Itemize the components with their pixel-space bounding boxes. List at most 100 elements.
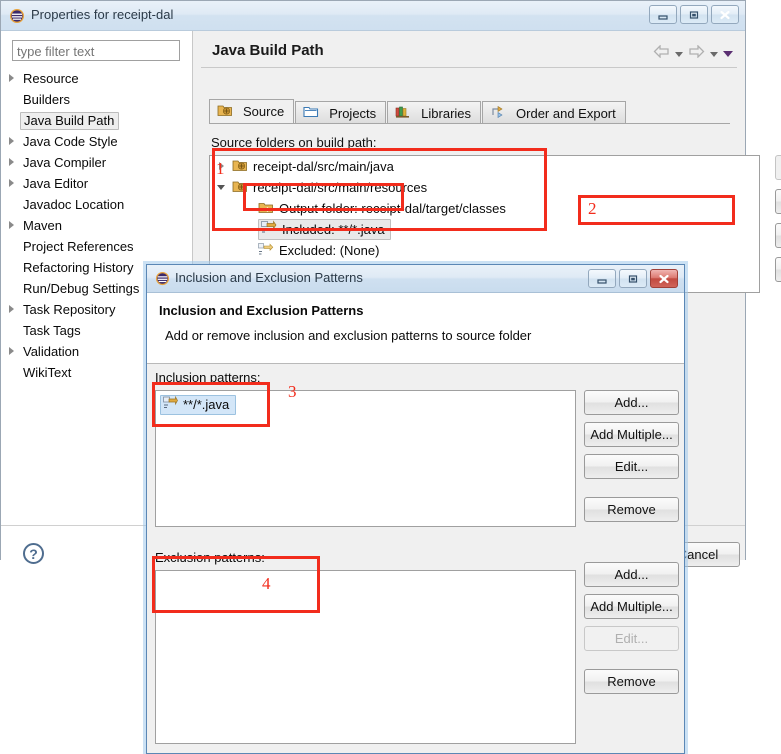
- sidebar-item-label: WikiText: [23, 365, 72, 380]
- maximize-button[interactable]: [680, 5, 708, 24]
- add-multiple-button[interactable]: Add Multiple...: [584, 422, 679, 447]
- sidebar-item-label: Task Tags: [23, 323, 81, 338]
- filter-input[interactable]: [12, 40, 180, 61]
- screen-root: http://blog.csdn.net/luwei42768 Properti…: [0, 0, 781, 754]
- sidebar-item-label: Java Compiler: [23, 155, 107, 170]
- sidebar-item-java-build-path[interactable]: Java Build Path: [1, 110, 192, 131]
- tab-label: Libraries: [421, 105, 472, 121]
- expand-arrow-icon[interactable]: [9, 74, 14, 82]
- annotation-number-2: 2: [588, 199, 597, 218]
- included-icon: [261, 220, 277, 238]
- edit-button: Edit...: [584, 626, 679, 651]
- dialog-header: Inclusion and Exclusion Patterns Add or …: [147, 293, 684, 364]
- source-tree-label: Included: **/*.java: [282, 221, 385, 237]
- sidebar-item-resource[interactable]: Resource: [1, 68, 192, 89]
- inclusion-pattern-item[interactable]: **/*.java: [160, 395, 237, 415]
- back-arrow-icon[interactable]: [653, 44, 670, 63]
- build-path-tabs: Source Projects Libraries Order and Export: [209, 99, 627, 124]
- source-tree-label: receipt-dal/src/main/resources: [253, 180, 428, 195]
- tab-order-and-export[interactable]: Order and Export: [482, 101, 626, 124]
- chevron-down-icon[interactable]: [217, 185, 225, 190]
- tab-source[interactable]: Source: [209, 99, 295, 124]
- sidebar-item-label: Refactoring History: [23, 260, 134, 275]
- tab-libraries[interactable]: Libraries: [387, 101, 482, 124]
- excluded-icon: [258, 242, 274, 260]
- tab-label: Source: [243, 104, 285, 119]
- sidebar-item-label: Project References: [23, 239, 134, 254]
- annotation-number-1: 1: [216, 159, 225, 178]
- sidebar-item-label: Task Repository: [23, 302, 116, 317]
- add-button[interactable]: Add...: [584, 390, 679, 415]
- expand-arrow-icon[interactable]: [9, 305, 14, 313]
- dialog-body: Inclusion patterns: **/*.java Add... Add …: [147, 364, 684, 753]
- expand-arrow-icon[interactable]: [9, 221, 14, 229]
- remove-button[interactable]: Remove: [775, 257, 781, 282]
- sidebar-item-java-compiler[interactable]: Java Compiler: [1, 152, 192, 173]
- build-path-button-group: Add Folder... Link Source... Edit... Remove: [775, 155, 781, 291]
- source-tree-row-content: receipt-dal/src/main/java: [210, 158, 394, 176]
- edit-button[interactable]: Edit...: [775, 223, 781, 248]
- edit-button[interactable]: Edit...: [584, 454, 679, 479]
- sidebar-item-label: Java Code Style: [23, 134, 118, 149]
- tabs-underline: [209, 123, 730, 124]
- inclusion-patterns-list[interactable]: **/*.java: [155, 390, 576, 527]
- tab-projects[interactable]: Projects: [295, 101, 387, 124]
- dialog-description: Add or remove inclusion and exclusion pa…: [165, 328, 532, 343]
- eclipse-icon: [155, 271, 170, 286]
- back-dropdown-caret-icon[interactable]: [675, 51, 683, 57]
- sidebar-item-builders[interactable]: Builders: [1, 89, 192, 110]
- projects-folder-icon: [303, 104, 319, 122]
- page-nav-arrows: [653, 44, 733, 63]
- properties-titlebar: Properties for receipt-dal: [1, 1, 745, 31]
- source-folder-icon: [232, 158, 248, 176]
- expand-arrow-icon[interactable]: [9, 158, 14, 166]
- sidebar-item-label: Resource: [23, 71, 79, 86]
- order-export-icon: [490, 104, 506, 122]
- sidebar-item-label: Java Build Path: [20, 111, 120, 130]
- minimize-button[interactable]: [649, 5, 677, 24]
- sidebar-item-project-references[interactable]: Project References: [1, 236, 192, 257]
- source-tree-label: Excluded: (None): [279, 243, 380, 258]
- exclusion-patterns-label: Exclusion patterns:: [155, 550, 265, 565]
- source-tree-row[interactable]: Output folder: receipt-dal/target/classe…: [210, 198, 759, 219]
- close-button[interactable]: [711, 5, 739, 24]
- sidebar-item-java-editor[interactable]: Java Editor: [1, 173, 192, 194]
- forward-dropdown-caret-icon[interactable]: [710, 51, 718, 57]
- source-tree-row[interactable]: receipt-dal/src/main/resources: [210, 177, 759, 198]
- menu-dropdown-caret-icon[interactable]: [723, 51, 733, 57]
- close-button[interactable]: [650, 269, 678, 288]
- add-button[interactable]: Add...: [584, 562, 679, 587]
- expand-arrow-icon[interactable]: [9, 347, 14, 355]
- title-separator: [201, 67, 737, 68]
- remove-button[interactable]: Remove: [584, 497, 679, 522]
- dialog-titlebar: Inclusion and Exclusion Patterns: [147, 265, 684, 293]
- sidebar-item-javadoc-location[interactable]: Javadoc Location: [1, 194, 192, 215]
- forward-arrow-icon[interactable]: [688, 44, 705, 63]
- annotation-number-4: 4: [262, 574, 271, 593]
- sidebar-item-maven[interactable]: Maven: [1, 215, 192, 236]
- sidebar-item-java-code-style[interactable]: Java Code Style: [1, 131, 192, 152]
- tree-node: receipt-dal/src/main/resources: [232, 179, 427, 197]
- expand-arrow-icon[interactable]: [9, 179, 14, 187]
- source-tree-label: Output folder: receipt-dal/target/classe…: [279, 201, 506, 216]
- included-icon: [163, 395, 178, 413]
- source-tree-row-content: receipt-dal/src/main/resources: [210, 179, 427, 197]
- add-multiple-button[interactable]: Add Multiple...: [584, 594, 679, 619]
- sidebar-item-label: Validation: [23, 344, 80, 359]
- source-tree-row[interactable]: Excluded: (None): [210, 240, 759, 261]
- exclusion-patterns-list[interactable]: [155, 570, 576, 744]
- source-tree-row[interactable]: receipt-dal/src/main/java: [210, 156, 759, 177]
- remove-button[interactable]: Remove: [584, 669, 679, 694]
- source-folders-label: Source folders on build path:: [211, 135, 377, 150]
- sidebar-item-label: Run/Debug Settings: [23, 281, 140, 296]
- tree-node: Output folder: receipt-dal/target/classe…: [258, 200, 506, 218]
- maximize-button[interactable]: [619, 269, 647, 288]
- tree-node: receipt-dal/src/main/java: [232, 158, 394, 176]
- page-title: Java Build Path: [212, 42, 324, 59]
- expand-arrow-icon[interactable]: [9, 137, 14, 145]
- source-tree-row[interactable]: Included: **/*.java: [210, 219, 759, 240]
- selected-tree-node: Included: **/*.java: [258, 219, 391, 240]
- question-mark-icon[interactable]: ?: [23, 543, 44, 564]
- link-source-button[interactable]: Link Source...: [775, 189, 781, 214]
- minimize-button[interactable]: [588, 269, 616, 288]
